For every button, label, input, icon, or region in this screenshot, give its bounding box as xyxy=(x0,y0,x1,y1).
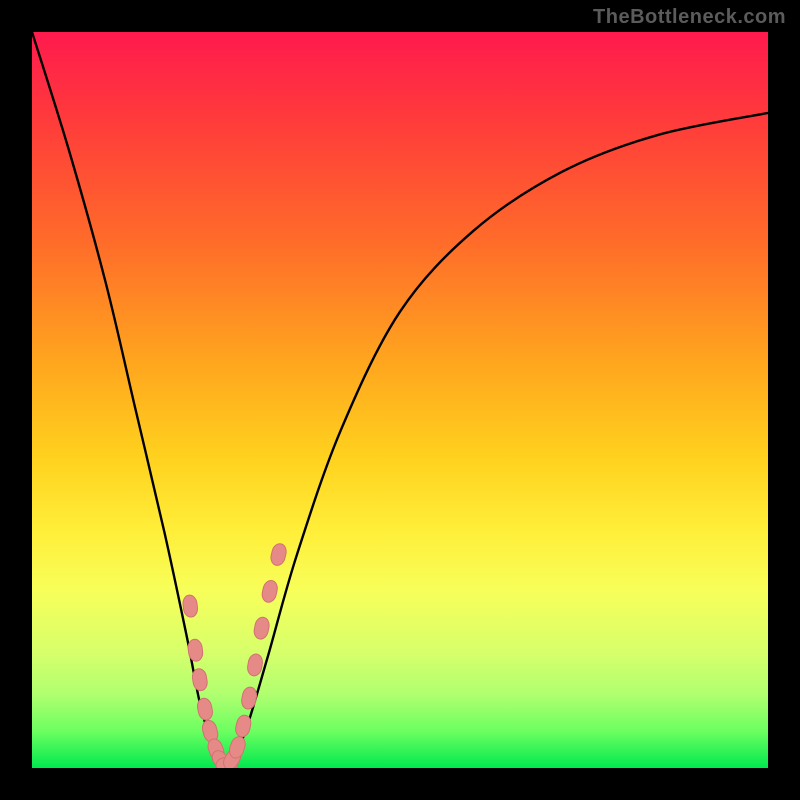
bead xyxy=(182,594,198,617)
bead xyxy=(240,686,258,710)
plot-area xyxy=(32,32,768,768)
watermark-label: TheBottleneck.com xyxy=(593,6,786,29)
bead xyxy=(191,668,208,692)
curve-beads xyxy=(182,542,288,768)
bottleneck-curve xyxy=(32,32,768,768)
bead xyxy=(246,653,264,677)
bead xyxy=(196,697,214,721)
bottleneck-curve-svg xyxy=(32,32,768,768)
bead xyxy=(260,579,279,604)
bead xyxy=(187,638,204,662)
chart-frame: TheBottleneck.com xyxy=(0,0,800,800)
bead xyxy=(269,542,288,567)
bead xyxy=(253,616,271,640)
